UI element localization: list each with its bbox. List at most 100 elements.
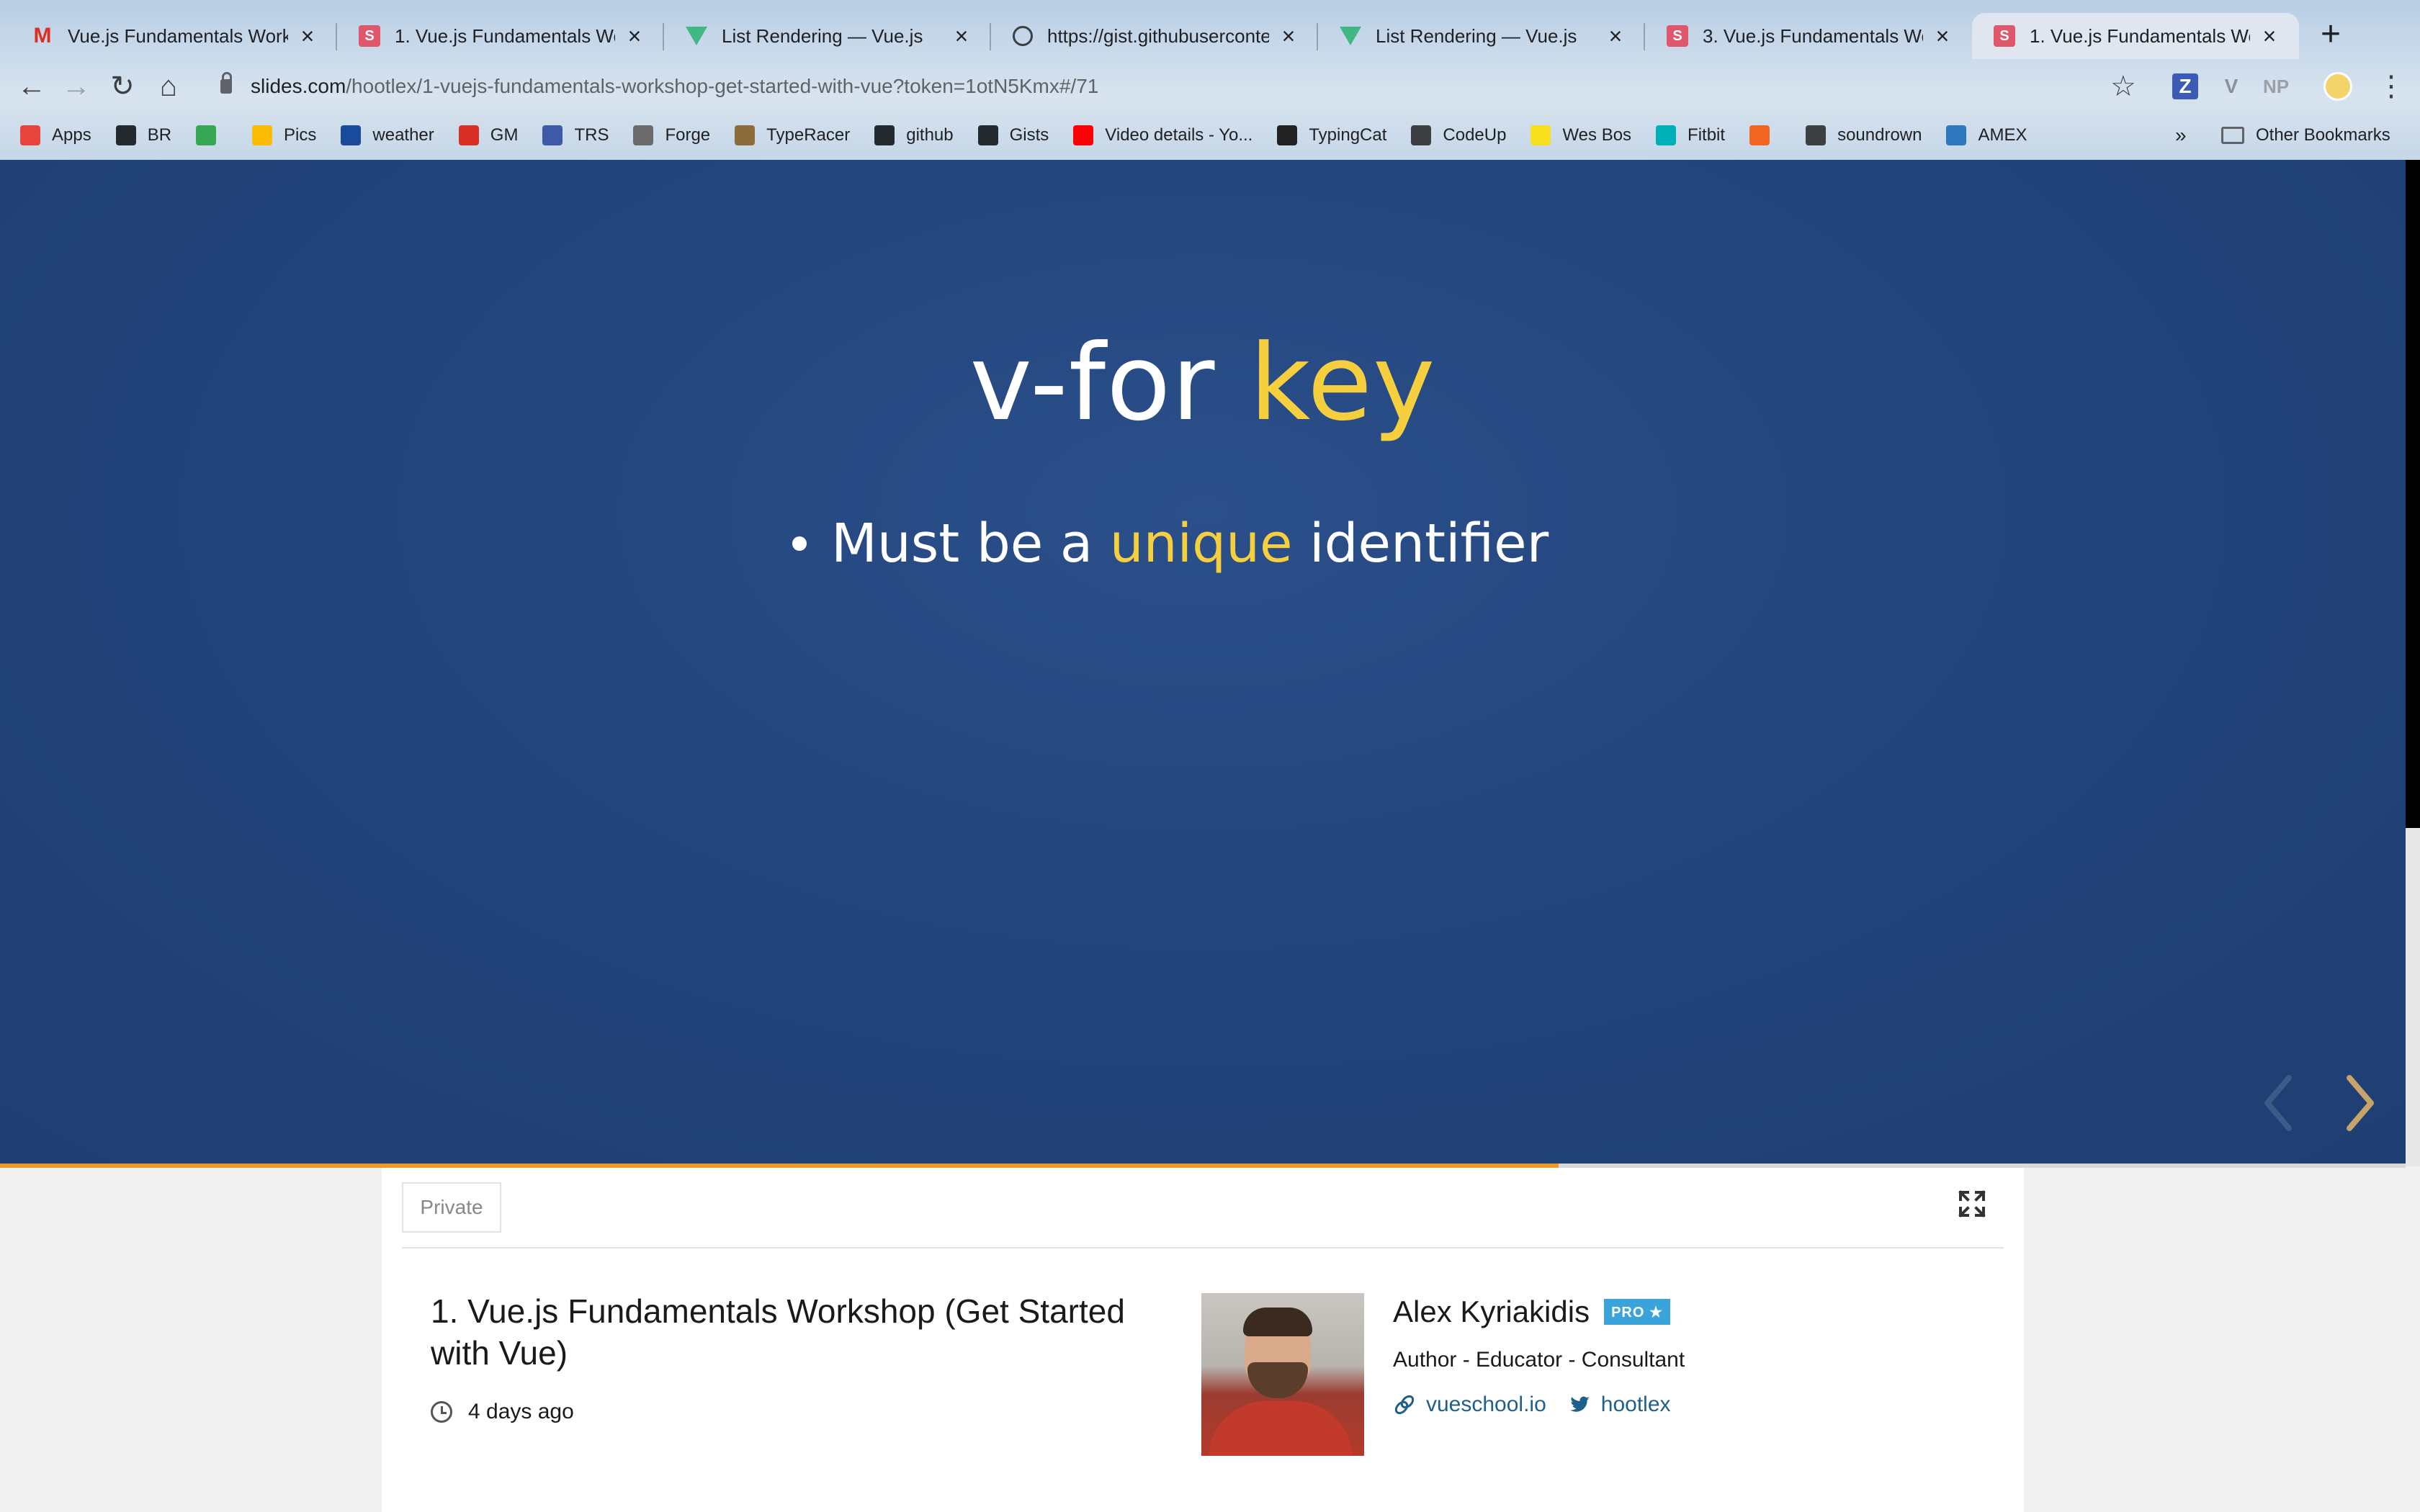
- tab-title: 1. Vue.js Fundamentals Workshop: [2030, 24, 2250, 47]
- close-icon[interactable]: ×: [624, 23, 645, 50]
- home-icon[interactable]: ⌂: [148, 66, 189, 107]
- bookmark-item[interactable]: Pics: [252, 125, 316, 145]
- tab-title: https://gist.githubusercontent.com: [1047, 24, 1269, 47]
- bookmark-favicon-icon: [1277, 125, 1298, 145]
- deck-updated: 4 days ago: [431, 1400, 574, 1424]
- browser-toolbar: ← → ↻ ⌂ slides.com/hootlex/1-vuejs-funda…: [0, 62, 2420, 111]
- tab-title: Vue.js Fundamentals Workshop: [68, 24, 288, 47]
- lock-icon: [220, 72, 232, 94]
- bookmark-favicon-icon: [1073, 125, 1094, 145]
- slide-title-plain: v-for: [969, 322, 1250, 444]
- tab-gist[interactable]: https://gist.githubusercontent.com ×: [991, 13, 1318, 59]
- extension-v-icon[interactable]: V: [2218, 73, 2244, 99]
- link-icon: [1394, 1395, 1415, 1415]
- bookmark-item[interactable]: weather: [341, 125, 434, 145]
- bookmark-item[interactable]: GM: [458, 125, 518, 145]
- bookmark-item[interactable]: [196, 125, 228, 145]
- reload-icon[interactable]: ↻: [102, 66, 143, 107]
- bookmark-item[interactable]: [1749, 125, 1781, 145]
- bookmark-item[interactable]: Gists: [977, 125, 1049, 145]
- bookmark-favicon-icon: [20, 125, 40, 145]
- bookmark-label: Video details - Yo...: [1105, 125, 1253, 145]
- kebab-menu-icon[interactable]: ⋮: [2377, 66, 2406, 107]
- extension-np-icon[interactable]: NP: [2260, 73, 2292, 99]
- bookmark-label: Fitbit: [1688, 125, 1726, 145]
- folder-icon: [2221, 127, 2244, 144]
- close-icon[interactable]: ×: [1932, 23, 1953, 50]
- bookmark-label: TypeRacer: [766, 125, 851, 145]
- bookmark-item[interactable]: github: [874, 125, 954, 145]
- vue-icon: [1340, 27, 1361, 45]
- twitter-icon: [1569, 1396, 1590, 1412]
- forward-arrow-icon[interactable]: →: [56, 66, 97, 107]
- bookmark-favicon-icon: [196, 125, 217, 145]
- bookmark-item[interactable]: Forge: [633, 125, 710, 145]
- slide-title: v-for key: [0, 322, 2406, 444]
- tab-title: 1. Vue.js Fundamentals Workshop: [395, 24, 615, 47]
- new-tab-button[interactable]: +: [2312, 16, 2349, 53]
- tab-slides-workshop-3[interactable]: S 3. Vue.js Fundamentals Workshop ×: [1645, 13, 1972, 59]
- divider: [402, 1247, 2004, 1248]
- bookmark-item[interactable]: Fitbit: [1656, 125, 1725, 145]
- presentation-slide[interactable]: v-for key Must be a unique identifier: [0, 160, 2406, 1166]
- bookmark-item[interactable]: Wes Bos: [1531, 125, 1631, 145]
- updated-time: 4 days ago: [468, 1400, 574, 1423]
- gmail-icon: M: [33, 24, 52, 48]
- tab-slides-workshop-1[interactable]: S 1. Vue.js Fundamentals Workshop ×: [337, 13, 664, 59]
- slides-icon: S: [1667, 25, 1688, 47]
- bookmark-item[interactable]: BR: [115, 125, 172, 145]
- slides-icon: S: [359, 25, 380, 47]
- address-bar[interactable]: slides.com/hootlex/1-vuejs-fundamentals-…: [203, 66, 2141, 107]
- previous-slide-icon[interactable]: [2257, 1071, 2300, 1135]
- bookmark-favicon-icon: [1946, 125, 1967, 145]
- close-icon[interactable]: ×: [2259, 23, 2280, 50]
- back-arrow-icon[interactable]: ←: [12, 66, 52, 107]
- other-bookmarks-folder[interactable]: Other Bookmarks: [2221, 115, 2390, 156]
- bookmark-item[interactable]: TypeRacer: [735, 125, 850, 145]
- close-icon[interactable]: ×: [951, 23, 972, 50]
- bookmark-label: AMEX: [1978, 125, 2027, 145]
- bookmark-label: Apps: [52, 125, 91, 145]
- profile-avatar[interactable]: [2323, 72, 2352, 101]
- website-label: vueschool.io: [1426, 1392, 1546, 1416]
- tab-gmail-workshop[interactable]: M Vue.js Fundamentals Workshop ×: [10, 13, 337, 59]
- bookmark-item[interactable]: TRS: [542, 125, 609, 145]
- bookmark-label: BR: [147, 125, 172, 145]
- bullet-text-before: Must be a: [831, 513, 1110, 575]
- website-link[interactable]: vueschool.io: [1393, 1392, 1546, 1417]
- browser-chrome: M Vue.js Fundamentals Workshop × S 1. Vu…: [0, 0, 2420, 160]
- close-icon[interactable]: ×: [1605, 23, 1626, 50]
- tab-list-rendering-1[interactable]: List Rendering — Vue.js ×: [664, 13, 991, 59]
- visibility-badge: Private: [402, 1182, 501, 1233]
- bookmark-favicon-icon: [1656, 125, 1677, 145]
- page-scrollbar-thumb[interactable]: [2406, 828, 2420, 1166]
- author-avatar[interactable]: [1201, 1293, 1364, 1456]
- bookmark-item[interactable]: Video details - Yo...: [1073, 125, 1252, 145]
- fullscreen-icon[interactable]: [1958, 1189, 1986, 1218]
- bookmark-star-icon[interactable]: ☆: [2110, 66, 2136, 107]
- bullet-dot-icon: [792, 536, 807, 551]
- close-icon[interactable]: ×: [1278, 23, 1299, 50]
- next-slide-icon[interactable]: [2338, 1071, 2381, 1135]
- more-bookmarks-button[interactable]: »: [2175, 115, 2187, 156]
- bookmark-item[interactable]: TypingCat: [1277, 125, 1386, 145]
- bookmark-favicon-icon: [252, 125, 273, 145]
- bookmark-label: Gists: [1009, 125, 1049, 145]
- extension-z-icon[interactable]: Z: [2172, 73, 2198, 99]
- close-icon[interactable]: ×: [297, 23, 318, 50]
- clock-icon: [431, 1401, 452, 1423]
- bookmark-item[interactable]: CodeUp: [1411, 125, 1506, 145]
- tab-slides-workshop-active[interactable]: S 1. Vue.js Fundamentals Workshop ×: [1972, 13, 2299, 59]
- slides-icon: S: [1994, 25, 2015, 47]
- deck-title: 1. Vue.js Fundamentals Workshop (Get Sta…: [431, 1292, 1125, 1372]
- twitter-link[interactable]: hootlex: [1568, 1392, 1671, 1417]
- bookmark-item[interactable]: AMEX: [1946, 125, 2027, 145]
- tab-list-rendering-2[interactable]: List Rendering — Vue.js ×: [1318, 13, 1645, 59]
- author-name-row: Alex Kyriakidis PRO ★: [1393, 1295, 1670, 1329]
- slide-title-highlight: key: [1249, 322, 1436, 444]
- bookmark-item[interactable]: soundrown: [1806, 125, 1922, 145]
- author-name[interactable]: Alex Kyriakidis: [1393, 1295, 1590, 1329]
- bookmark-label: weather: [372, 125, 434, 145]
- bookmark-favicon-icon: [1411, 125, 1432, 145]
- bookmark-item[interactable]: Apps: [20, 125, 91, 145]
